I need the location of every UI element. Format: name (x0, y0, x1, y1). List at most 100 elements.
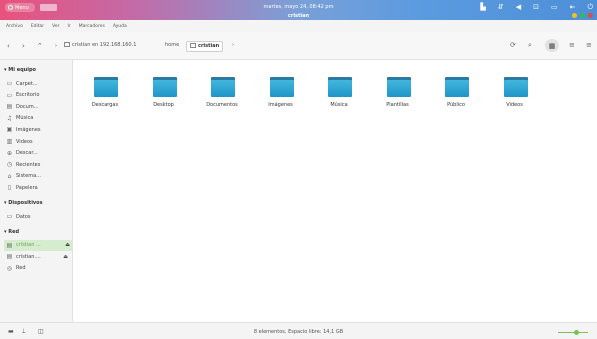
folder-label: Documentos (206, 102, 238, 108)
folder-icon (152, 77, 177, 97)
folder-label: Imágenes (268, 102, 293, 108)
app-icon[interactable]: ▙ (480, 3, 485, 11)
documents-icon: ▤ (6, 103, 13, 111)
network-share-icon: ▤ (6, 253, 13, 261)
lock-icon[interactable]: ⊡ (533, 3, 539, 11)
sidebar-item-label: Escritorio (16, 92, 40, 99)
back-icon[interactable]: ‹ (7, 42, 10, 50)
folder-icon (94, 77, 118, 97)
sidebar-item-label: Videos (16, 138, 33, 145)
folder-item[interactable]: Desktop (136, 77, 192, 127)
zoom-slider[interactable] (558, 330, 588, 335)
folder-icon (269, 77, 294, 97)
zoom-slider-handle[interactable] (573, 330, 579, 335)
menu-editar[interactable]: Editar (31, 24, 44, 29)
sidebar-item[interactable]: ⊕ Descar... (6, 148, 70, 159)
sidebar-item-label: Música (16, 115, 34, 122)
grid-icon: ▦ (548, 41, 556, 50)
folder-icon (386, 77, 411, 97)
sidebar-item[interactable]: ▯ Papelera (6, 182, 70, 193)
sidebar-item[interactable]: ▭ Carpet... (6, 78, 70, 89)
folder-item[interactable]: Imágenes (253, 77, 309, 127)
toggle-location-icon[interactable]: › (55, 42, 57, 50)
folder-label: Música (330, 102, 348, 108)
menu-ayuda[interactable]: Ayuda (113, 24, 127, 29)
list-view-icon[interactable]: ≡ (569, 41, 575, 50)
menu-archivo[interactable]: Archivo (6, 24, 23, 29)
icon-view-button[interactable]: ▦ (545, 39, 559, 52)
folder-label: Desktop (153, 102, 174, 108)
volume-icon[interactable]: ◀ (516, 3, 521, 11)
sidebar-item[interactable]: ◷ Recientes (6, 159, 70, 170)
window-controls (572, 13, 593, 18)
forward-icon[interactable]: › (22, 42, 25, 50)
sidebar-item-label: Imágenes (16, 126, 41, 133)
system-tray: ▙ ⇵ ◀ ⊡ ▭ ⇤ ⏻ (480, 3, 593, 11)
sidebar-section-title[interactable]: ▾ Mi equipo (4, 67, 36, 73)
folder-item[interactable]: Videos (487, 77, 543, 127)
folder-item[interactable]: Plantillas (370, 77, 426, 127)
statusbar: ▬ ⟘ ◫ 8 elementos, Espacio libre: 14,1 G… (0, 322, 597, 339)
music-icon: ♫ (6, 114, 13, 122)
pictures-icon: ▣ (6, 126, 13, 134)
maximize-button[interactable] (580, 13, 585, 18)
sidebar-item[interactable]: ▥ Videos (6, 136, 70, 147)
sidebar-section-title[interactable]: ▾ Dispositivos (4, 200, 43, 206)
window-title: cristian (287, 13, 310, 19)
downloads-icon: ⊕ (6, 149, 13, 157)
close-button[interactable] (588, 13, 593, 18)
folder-icon (445, 77, 469, 97)
desktop-icon: ▭ (6, 91, 13, 99)
sidebar-item-label: Datos (16, 213, 31, 220)
path-segment-current[interactable]: cristian (186, 41, 224, 52)
minimize-button[interactable] (572, 13, 577, 18)
sidebar-item[interactable]: ▤ cristian ... ⏏ (4, 239, 72, 251)
sidebar-item[interactable]: ▭ Datos (6, 211, 70, 222)
path-segment-home[interactable]: home (165, 41, 179, 50)
sidebar-section-title[interactable]: ▾ Red (4, 229, 19, 235)
folder-item[interactable]: Documentos (194, 77, 250, 127)
sidebar-item[interactable]: ▣ Imágenes (6, 124, 70, 135)
sidebar-item[interactable]: ⌂ Sistema... (6, 171, 70, 182)
sidebar-item[interactable]: ▤ Docum... (6, 101, 70, 112)
battery-icon[interactable]: ▭ (551, 3, 558, 11)
sidebar-item-label: Sistema... (16, 173, 41, 180)
eject-icon[interactable]: ⏏ (63, 254, 68, 260)
compact-view-icon[interactable]: ≡ (586, 41, 592, 50)
status-text: 8 elementos, Espacio libre: 14,1 GB (253, 329, 344, 335)
network-icon: ◎ (6, 264, 13, 272)
menu-ver[interactable]: Ver (52, 24, 59, 29)
menubar: Archivo Editar Ver Ir Marcadores Ayuda (0, 20, 597, 32)
recent-icon: ◷ (6, 161, 13, 169)
sidebar-item-label: Red (16, 265, 26, 272)
sidebar-item[interactable]: ♫ Música (6, 113, 70, 124)
sidebar-item[interactable]: ▤ cristian.... ⏏ (6, 251, 70, 262)
system-icon: ⌂ (7, 172, 12, 180)
location-toolbar: ‹ › ⌃ › cristian en 192.168.160.1 home c… (0, 32, 597, 60)
path-next-icon[interactable]: › (232, 41, 234, 50)
power-icon[interactable]: ⏻ (587, 3, 593, 11)
folder-item[interactable]: Música (311, 77, 367, 127)
eject-icon[interactable]: ⏏ (65, 242, 70, 248)
sidebar-item-label: cristian.... (16, 253, 41, 260)
sidebar-item[interactable]: ◎ Red (6, 263, 70, 274)
folder-icon: ▭ (6, 80, 13, 87)
folder-icon (190, 43, 196, 48)
folder-label: Videos (506, 102, 523, 108)
sidebar-item[interactable]: ▭ Escritorio (6, 90, 70, 101)
reload-icon[interactable]: ⟳ (510, 41, 516, 50)
network-icon[interactable]: ⇵ (498, 3, 504, 11)
folder-item[interactable]: Descargas (77, 77, 133, 127)
sidebar-item-label: Papelera (16, 184, 38, 191)
path-segment-host[interactable]: cristian en 192.168.160.1 (64, 41, 136, 50)
menu-ir[interactable]: Ir (68, 24, 71, 29)
network-share-icon (64, 42, 70, 47)
up-icon[interactable]: ⌃ (37, 42, 43, 50)
menu-marcadores[interactable]: Marcadores (79, 24, 105, 29)
folder-label: Público (447, 102, 465, 108)
file-view[interactable]: Descargas Desktop Documentos Imágenes Música… (73, 60, 597, 322)
search-icon[interactable]: ⌕ (528, 41, 532, 50)
arrow-icon[interactable]: ⇤ (570, 3, 576, 11)
trash-icon: ▯ (7, 184, 12, 192)
folder-item[interactable]: Público (428, 77, 484, 127)
